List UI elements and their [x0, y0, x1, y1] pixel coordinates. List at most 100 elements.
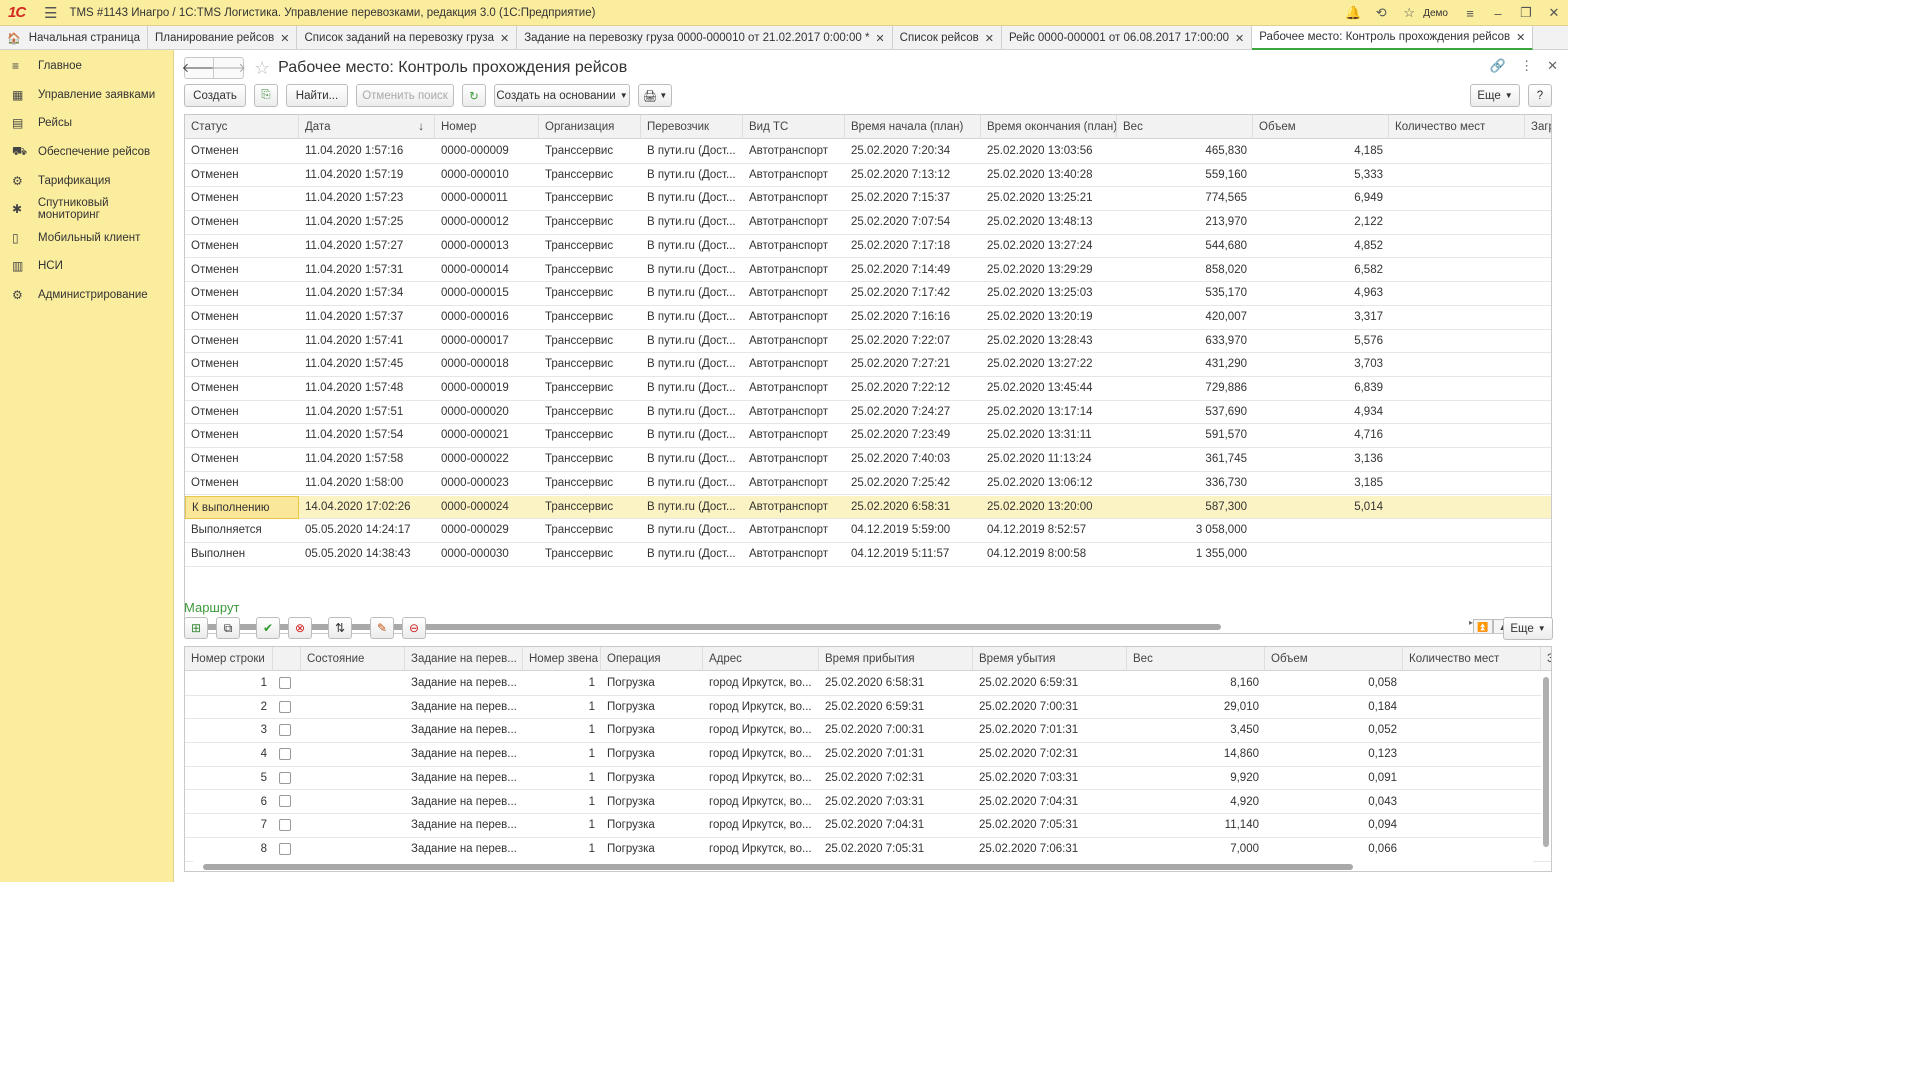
help-button[interactable]: ? — [1528, 84, 1552, 107]
table-row[interactable]: 3 Задание на перев... 1 Погрузка город Иркут… — [185, 719, 1551, 744]
table-row[interactable]: 2 Задание на перев... 1 Погрузка город Иркут… — [185, 696, 1551, 720]
row-checkbox[interactable] — [279, 748, 291, 761]
tab-close-icon[interactable]: ✕ — [1235, 32, 1244, 45]
tab-close-icon[interactable]: ✕ — [280, 32, 289, 45]
route-col-header[interactable]: За — [1541, 647, 1551, 671]
trips-col-header[interactable]: Вид ТС — [743, 115, 845, 139]
sidebar-item-0[interactable]: ≡ Главное — [0, 52, 173, 81]
link-icon[interactable]: 🔗 — [1490, 58, 1506, 74]
move-icon[interactable]: ⇅ — [328, 617, 352, 639]
user-name[interactable]: Демо — [1423, 8, 1448, 19]
restore-icon[interactable]: ❐ — [1512, 5, 1540, 21]
route-more-button[interactable]: Еще ▼ — [1503, 617, 1553, 640]
row-checkbox[interactable] — [279, 771, 291, 784]
row-checkbox[interactable] — [279, 724, 291, 737]
table-row[interactable]: Отменен 11.04.2020 1:57:37 0000-000016 Тран… — [185, 306, 1551, 330]
table-row[interactable]: Выполняется 05.05.2020 14:24:17 0000-00002… — [185, 519, 1551, 543]
sidebar-item-1[interactable]: ▦ Управление заявками — [0, 81, 173, 110]
table-row[interactable]: 4 Задание на перев... 1 Погрузка город Иркут… — [185, 743, 1551, 767]
route-horizontal-scrollbar[interactable] — [193, 861, 1533, 871]
trips-col-header[interactable]: Перевозчик — [641, 115, 743, 139]
main-menu-icon[interactable]: ☰ — [44, 4, 57, 22]
table-row[interactable]: Отменен 11.04.2020 1:57:58 0000-000022 Тран… — [185, 448, 1551, 472]
more-button[interactable]: Еще ▼ — [1470, 84, 1520, 107]
close-icon[interactable]: ✕ — [1540, 5, 1568, 21]
print-icon[interactable]: 🖨 ▼ — [638, 84, 672, 107]
table-row[interactable]: 7 Задание на перев... 1 Погрузка город Иркут… — [185, 814, 1551, 838]
trips-col-header[interactable]: Объем — [1253, 115, 1389, 139]
sidebar-item-6[interactable]: ▯ Мобильный клиент — [0, 224, 173, 253]
route-col-header[interactable]: Время прибытия — [819, 647, 973, 671]
copy-row-icon[interactable]: ⧉ — [216, 617, 240, 639]
trips-col-header[interactable]: Загруз — [1525, 115, 1551, 139]
route-col-header[interactable]: Вес — [1127, 647, 1265, 671]
scroll-thumb[interactable] — [203, 864, 1353, 870]
favorite-star-icon[interactable]: ☆ — [254, 58, 270, 79]
table-row[interactable]: 5 Задание на перев... 1 Погрузка город Иркут… — [185, 767, 1551, 791]
table-row[interactable]: Отменен 11.04.2020 1:58:00 0000-000023 Тран… — [185, 472, 1551, 496]
scroll-thumb[interactable] — [203, 624, 1221, 630]
back-button[interactable]: 🡐 — [182, 57, 216, 79]
table-row[interactable]: 6 Задание на перев... 1 Погрузка город Иркут… — [185, 791, 1551, 815]
table-row[interactable]: Отменен 11.04.2020 1:57:16 0000-000009 Тран… — [185, 140, 1551, 164]
table-row[interactable]: Отменен 11.04.2020 1:57:51 0000-000020 Тран… — [185, 401, 1551, 425]
table-row[interactable]: Отменен 11.04.2020 1:57:48 0000-000019 Тран… — [185, 377, 1551, 401]
sidebar-item-3[interactable]: ⛟ Обеспечение рейсов — [0, 138, 173, 167]
create-button[interactable]: Создать — [184, 84, 246, 107]
row-checkbox[interactable] — [279, 819, 291, 832]
forward-button[interactable]: 🡒 — [211, 57, 246, 79]
refresh-icon[interactable]: ↻ — [462, 84, 486, 107]
table-row[interactable]: Отменен 11.04.2020 1:57:27 0000-000013 Тран… — [185, 235, 1551, 259]
tab-close-icon[interactable]: ✕ — [985, 32, 994, 45]
table-row[interactable]: Отменен 11.04.2020 1:57:19 0000-000010 Тран… — [185, 164, 1551, 188]
trips-col-header[interactable]: Вес — [1117, 115, 1253, 139]
table-row[interactable]: Отменен 11.04.2020 1:57:23 0000-000011 Тран… — [185, 187, 1551, 212]
delete-icon[interactable]: ⊖ — [402, 617, 426, 639]
sidebar-item-7[interactable]: ▥ НСИ — [0, 252, 173, 281]
tab-close-icon[interactable]: ✕ — [1516, 31, 1525, 44]
route-col-header[interactable] — [273, 647, 301, 671]
route-col-header[interactable]: Время убытия — [973, 647, 1127, 671]
tab-1[interactable]: Планирование рейсов ✕ — [148, 26, 298, 50]
trips-col-header[interactable]: Организация — [539, 115, 641, 139]
route-col-header[interactable]: Объем — [1265, 647, 1403, 671]
table-row[interactable]: К выполнению 14.04.2020 17:02:26 0000-0000… — [185, 495, 1551, 520]
table-row[interactable]: Отменен 11.04.2020 1:57:54 0000-000021 Тран… — [185, 424, 1551, 449]
tab-close-icon[interactable]: ✕ — [875, 32, 884, 45]
cancel-search-button[interactable]: Отменить поиск — [356, 84, 454, 107]
sidebar-item-5[interactable]: ✱ Спутниковый мониторинг — [0, 195, 173, 224]
table-row[interactable]: Отменен 11.04.2020 1:57:41 0000-000017 Тран… — [185, 330, 1551, 354]
favorites-icon[interactable]: ☆ — [1395, 5, 1423, 21]
create-based-on-button[interactable]: Создать на основании ▼ — [494, 84, 630, 107]
route-vertical-scrollbar[interactable] — [1541, 671, 1551, 861]
find-button[interactable]: Найти... — [286, 84, 348, 107]
trips-col-header[interactable]: Количество мест — [1389, 115, 1525, 139]
cancel-icon[interactable]: ⊗ — [288, 617, 312, 639]
history-icon[interactable]: ⟲ — [1367, 5, 1395, 21]
table-row[interactable]: Отменен 11.04.2020 1:57:34 0000-000015 Тран… — [185, 282, 1551, 306]
table-row[interactable]: Отменен 11.04.2020 1:57:31 0000-000014 Тран… — [185, 259, 1551, 283]
table-row[interactable]: 1 Задание на перев... 1 Погрузка город Иркут… — [185, 672, 1551, 696]
bell-icon[interactable]: 🔔 — [1339, 5, 1367, 21]
copy-doc-icon[interactable]: ⎘ — [254, 84, 278, 107]
row-checkbox[interactable] — [279, 842, 291, 855]
edit-icon[interactable]: ✎ — [370, 617, 394, 639]
row-checkbox[interactable] — [279, 676, 291, 689]
trips-col-header[interactable]: Номер — [435, 115, 539, 139]
route-col-header[interactable]: Номер звена — [523, 647, 601, 671]
trips-col-header[interactable]: Дата ↓ — [299, 115, 435, 139]
route-col-header[interactable]: Операция — [601, 647, 703, 671]
check-icon[interactable]: ✔ — [256, 617, 280, 639]
tab-2[interactable]: Список заданий на перевозку груза ✕ — [297, 26, 518, 50]
more-vertical-icon[interactable]: ⋮ — [1520, 58, 1533, 74]
table-row[interactable]: Выполнен 05.05.2020 14:38:43 0000-000030 Тр… — [185, 543, 1551, 567]
route-col-header[interactable]: Состояние — [301, 647, 405, 671]
add-row-icon[interactable]: ⊞ — [184, 617, 208, 639]
scroll-top-icon[interactable]: ⏫ — [1473, 619, 1493, 633]
trips-col-header[interactable]: Время окончания (план) — [981, 115, 1117, 139]
tab-6[interactable]: Рабочее место: Контроль прохождения рейс… — [1252, 26, 1534, 50]
sidebar-item-4[interactable]: ⚙ Тарификация — [0, 166, 173, 195]
tab-4[interactable]: Список рейсов ✕ — [893, 26, 1002, 50]
tab-0[interactable]: 🏠 Начальная страница — [0, 26, 148, 50]
sidebar-item-2[interactable]: ▤ Рейсы — [0, 109, 173, 138]
